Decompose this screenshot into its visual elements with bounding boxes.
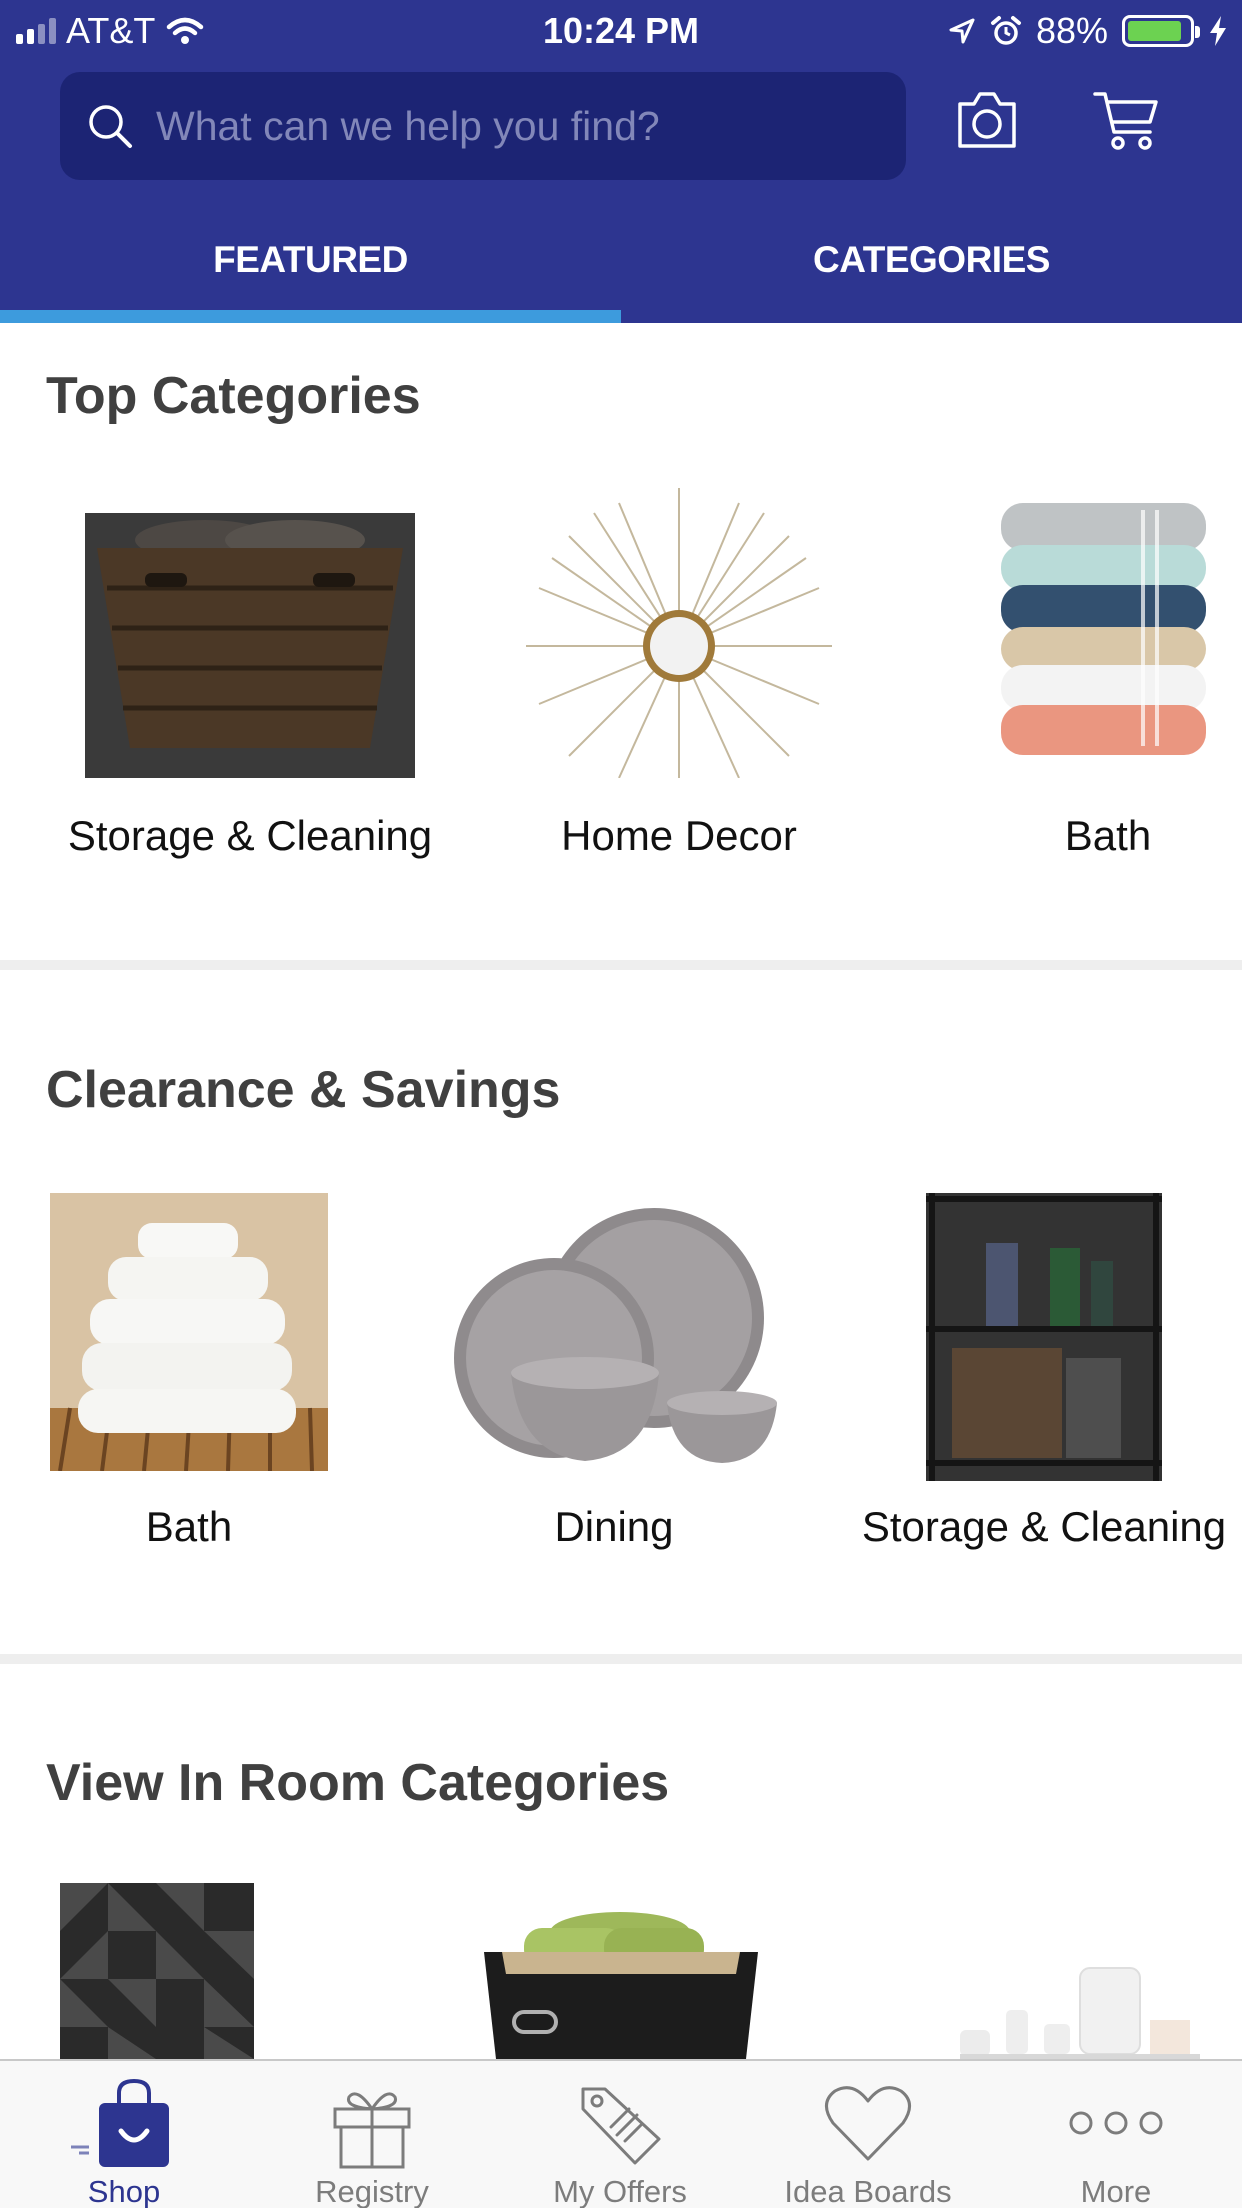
room-tile-1[interactable] xyxy=(60,1883,254,2059)
status-bar: AT&T 10:24 PM 88% xyxy=(0,0,1242,62)
clearance-tile-bath[interactable]: Bath xyxy=(0,1193,409,1551)
clearance-label: Dining xyxy=(554,1503,674,1550)
tab-categories[interactable]: CATEGORIES xyxy=(621,210,1242,310)
category-tile-storage-cleaning[interactable]: Storage & Cleaning xyxy=(30,478,470,860)
more-icon xyxy=(1069,2111,1163,2135)
category-tile-bath[interactable]: Bath xyxy=(888,478,1242,860)
towel-stack-image xyxy=(1001,503,1206,755)
tag-icon xyxy=(581,2087,661,2165)
category-label: Storage & Cleaning xyxy=(67,812,433,859)
sunburst-mirror-image xyxy=(526,488,832,778)
wire-shelf-image xyxy=(926,1193,1162,1481)
category-tile-home-decor[interactable]: Home Decor xyxy=(459,478,899,860)
section-divider xyxy=(0,960,1242,970)
tabbar-registry[interactable]: Registry xyxy=(248,2061,496,2208)
status-right: 88% xyxy=(948,10,1228,52)
active-tab-indicator xyxy=(0,310,621,323)
section-title-clearance-savings: Clearance & Savings xyxy=(46,1061,561,1119)
battery-percent: 88% xyxy=(1035,10,1108,51)
app-header: AT&T 10:24 PM 88% What can we help you f… xyxy=(0,0,1242,323)
geometric-tile-image xyxy=(60,1883,254,2059)
tabbar-label: Shop xyxy=(87,2174,161,2208)
search-input[interactable]: What can we help you find? xyxy=(60,72,906,180)
tabbar-label: Idea Boards xyxy=(784,2174,952,2208)
section-title-top-categories: Top Categories xyxy=(46,367,421,425)
room-tile-2[interactable] xyxy=(484,1912,758,2059)
bath-accessories-image xyxy=(960,1967,1200,2059)
clearance-tile-storage-cleaning[interactable]: Storage & Cleaning xyxy=(824,1193,1242,1551)
shopping-bag-icon xyxy=(71,2079,169,2167)
storage-bin-image xyxy=(484,1912,758,2059)
clearance-tile-dining[interactable]: Dining xyxy=(394,1193,834,1551)
dinnerware-image xyxy=(454,1208,777,1463)
location-arrow-icon xyxy=(949,18,975,44)
category-label: Bath xyxy=(1064,812,1152,859)
cart-icon[interactable] xyxy=(1092,88,1160,152)
room-tile-3[interactable] xyxy=(960,1960,1200,2059)
section-divider xyxy=(0,1654,1242,1664)
camera-icon[interactable] xyxy=(954,88,1020,152)
category-label: Home Decor xyxy=(561,812,797,859)
wicker-basket-image xyxy=(85,513,415,778)
heart-icon xyxy=(825,2086,911,2161)
bottom-tab-bar: Shop Registry My Offers Idea Boards More xyxy=(0,2059,1242,2208)
search-icon xyxy=(89,105,132,148)
clearance-label: Storage & Cleaning xyxy=(861,1503,1227,1550)
top-tabs: FEATURED CATEGORIES xyxy=(0,210,1242,323)
battery-icon xyxy=(1122,15,1200,47)
section-title-view-in-room: View In Room Categories xyxy=(46,1754,670,1812)
alarm-icon xyxy=(990,16,1021,45)
tabbar-shop[interactable]: Shop xyxy=(0,2061,248,2208)
tabbar-label: My Offers xyxy=(553,2174,687,2208)
clearance-label: Bath xyxy=(145,1503,233,1550)
gift-icon xyxy=(333,2092,411,2169)
tabbar-label: More xyxy=(1080,2174,1152,2208)
charging-bolt-icon xyxy=(1210,16,1226,46)
tabbar-more[interactable]: More xyxy=(992,2061,1240,2208)
search-placeholder: What can we help you find? xyxy=(156,102,660,149)
tabbar-idea-boards[interactable]: Idea Boards xyxy=(744,2061,992,2208)
tabbar-label: Registry xyxy=(315,2174,429,2208)
tab-featured[interactable]: FEATURED xyxy=(0,210,621,310)
white-towels-image xyxy=(50,1193,328,1471)
tabbar-my-offers[interactable]: My Offers xyxy=(496,2061,744,2208)
